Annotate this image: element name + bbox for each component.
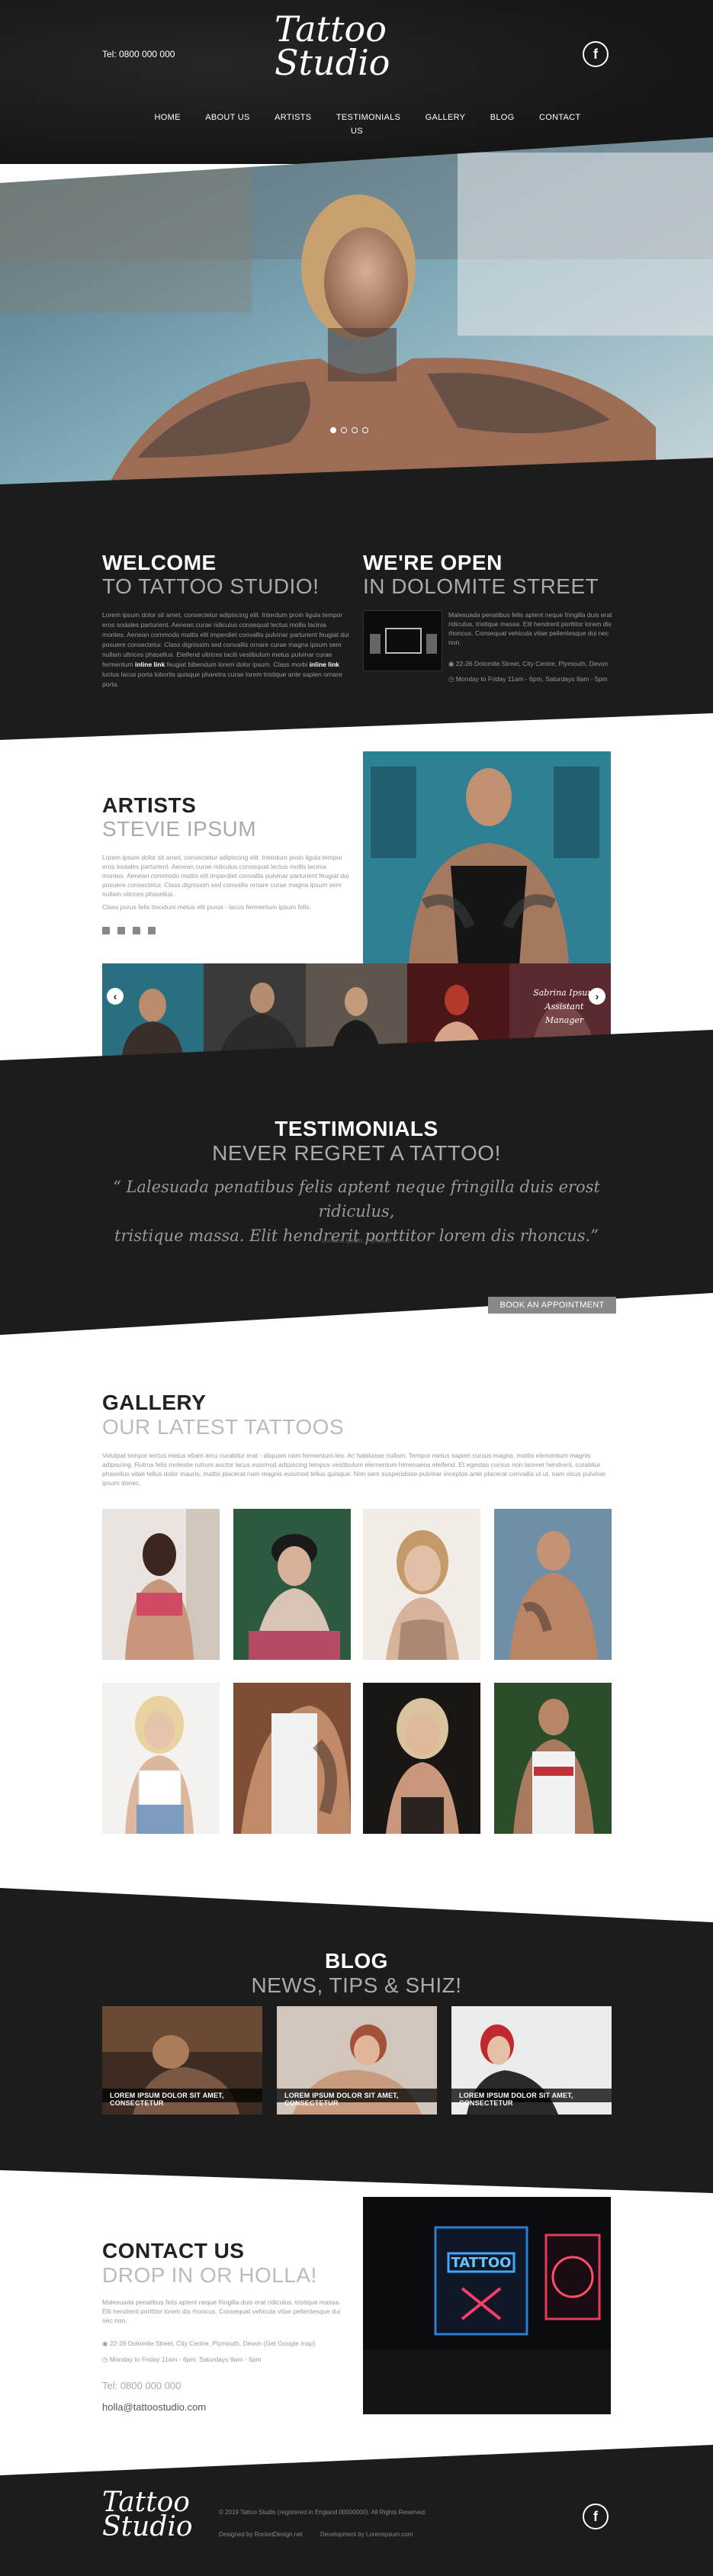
gallery-image[interactable] — [494, 1509, 612, 1660]
next-arrow-icon[interactable]: › — [589, 988, 605, 1005]
welcome-text: Lorem ipsum dolor sit amet, consectetur … — [102, 610, 349, 690]
prev-arrow-icon[interactable]: ‹ — [107, 988, 124, 1005]
facebook-icon[interactable]: f — [583, 2504, 609, 2529]
open-subtitle: IN DOLOMITE STREET — [363, 574, 599, 598]
book-appointment-button[interactable]: BOOK AN APPOINTMENT — [488, 1297, 616, 1314]
artists-text-2: Class purus felis tincidunt metus elit p… — [102, 903, 311, 911]
contact-hours-text: Monday to Friday 11am - 6pm, Saturdays 9… — [109, 2356, 262, 2363]
contact-subtitle: DROP IN OR HOLLA! — [102, 2263, 317, 2287]
gallery-image[interactable] — [233, 1509, 351, 1660]
gallery-title: GALLERY — [102, 1391, 207, 1414]
neon-sign-photo: TATTOO — [363, 2197, 611, 2414]
artist-socials — [102, 925, 163, 938]
facebook-icon[interactable]: f — [583, 41, 609, 67]
footer-logo[interactable]: Tattoo Studio — [102, 2489, 193, 2542]
nav-blog[interactable]: BLOG — [490, 113, 515, 122]
blog-card[interactable]: LOREM IPSUM DOLOR SIT AMET, CONSECTETUR — [451, 2006, 612, 2115]
gallery-subtitle: OUR LATEST TATTOOS — [102, 1415, 345, 1439]
blog-card-title[interactable]: LOREM IPSUM DOLOR SIT AMET, CONSECTETUR — [451, 2089, 612, 2107]
logo-line-2: Studio — [275, 42, 390, 83]
contact-email[interactable]: holla@tattoostudio.com — [102, 2401, 206, 2413]
slider-dot[interactable] — [362, 427, 368, 433]
slider-dot[interactable] — [330, 427, 336, 433]
footer-designed-by[interactable]: Designed by RocketDesign.net — [219, 2531, 303, 2538]
welcome-paragraph-end: luctus lacus porta lobortis quisque phar… — [102, 671, 342, 688]
footer-developed-by[interactable]: Development by Loremipsum.com — [320, 2531, 413, 2538]
welcome-title: WELCOME — [102, 551, 217, 574]
twitter-icon[interactable] — [117, 927, 125, 934]
contact-hours: ◷ Monday to Friday 11am - 6pm, Saturdays… — [102, 2354, 262, 2365]
clock-icon: ◷ — [102, 2356, 110, 2363]
artist-photo — [363, 751, 611, 965]
nav-gallery[interactable]: GALLERY — [426, 113, 466, 122]
inline-link[interactable]: inline link — [310, 661, 339, 668]
artists-title: ARTISTS — [102, 793, 197, 817]
welcome-section-bg — [0, 458, 713, 740]
open-text: Malesuada penatibus felis aptent neque f… — [448, 611, 612, 646]
clock-icon: ◷ — [448, 675, 456, 683]
open-address: ◉ 22-26 Dolomite Street, City Centre, Pl… — [448, 658, 608, 670]
inline-link[interactable]: inline link — [135, 661, 165, 668]
artists-subtitle: STEVIE IPSUM — [102, 817, 257, 841]
quote-line-1: “ Lalesuada penatibus felis aptent neque… — [113, 1178, 600, 1220]
blog-card-title[interactable]: LOREM IPSUM DOLOR SIT AMET, CONSECTETUR — [102, 2089, 262, 2107]
location-pin-icon: ◉ — [102, 2340, 110, 2347]
contact-address-text[interactable]: 22-26 Dolomite Street, City Centre, Plym… — [110, 2340, 316, 2347]
gallery-text: Volutpat tempor lectus metus etiam arcu … — [102, 1452, 606, 1487]
header-phone[interactable]: Tel: 0800 000 000 — [102, 49, 175, 59]
contact-phone[interactable]: Tel: 0800 000 000 — [102, 2380, 181, 2391]
welcome-paragraph-mid: feugiat bibendum lorem dolor ipsum. Clas… — [166, 661, 308, 668]
open-address-text: 22-26 Dolomite Street, City Centre, Plym… — [455, 660, 609, 667]
open-title: WE'RE OPEN — [363, 551, 503, 574]
linkedin-icon[interactable] — [133, 927, 140, 934]
gallery-image[interactable] — [233, 1683, 351, 1834]
gallery-image[interactable] — [102, 1509, 220, 1660]
slider-dots — [328, 423, 371, 437]
site-logo[interactable]: Tattoo Studio — [275, 8, 427, 83]
nav-about-us[interactable]: ABOUT US — [205, 113, 249, 122]
welcome-subtitle: TO TATTOO STUDIO! — [102, 574, 320, 598]
gallery-image[interactable] — [102, 1683, 220, 1834]
caption-role: Assistant Manager — [544, 1002, 584, 1025]
testimonial-author: Lorraine Ipsum, Plymouth — [321, 1237, 392, 1244]
main-nav: HOME ABOUT US ARTISTS TESTIMONIALS GALLE… — [133, 110, 591, 137]
instagram-icon[interactable] — [148, 927, 156, 934]
nav-artists[interactable]: ARTISTS — [275, 113, 311, 122]
testimonials-title: TESTIMONIALS — [275, 1117, 438, 1140]
blog-subtitle: NEWS, TIPS & SHIZ! — [251, 1973, 462, 1997]
blog-title: BLOG — [325, 1949, 388, 1973]
blog-card-title[interactable]: LOREM IPSUM DOLOR SIT AMET, CONSECTETUR — [277, 2089, 437, 2107]
testimonials-subtitle: NEVER REGRET A TATTOO! — [212, 1141, 501, 1165]
nav-testimonials[interactable]: TESTIMONIALS — [336, 113, 400, 122]
gallery-image[interactable] — [494, 1683, 612, 1834]
welcome-paragraph: Lorem ipsum dolor sit amet, consectetur … — [102, 611, 349, 668]
contact-text: Malesuada penatibus felis aptent neque f… — [102, 2298, 341, 2324]
logo-line-1: Tattoo — [275, 8, 387, 50]
shop-photo — [363, 610, 442, 671]
slider-dot[interactable] — [341, 427, 347, 433]
gallery-image[interactable] — [363, 1509, 480, 1660]
gallery-image[interactable] — [363, 1683, 480, 1834]
svg-text:TATTOO: TATTOO — [451, 2255, 512, 2271]
footer-copyright: © 2019 Tattoo Studio (registered in Engl… — [219, 2509, 427, 2516]
location-pin-icon: ◉ — [448, 660, 456, 667]
open-hours-text: Monday to Friday 11am - 6pm, Saturdays 9… — [455, 675, 608, 683]
footer-logo-line-2: Studio — [102, 2511, 193, 2542]
artists-text: Lorem ipsum dolor sit amet, consectetur … — [102, 854, 349, 898]
contact-address: ◉ 22-26 Dolomite Street, City Centre, Pl… — [102, 2338, 316, 2349]
contact-title: CONTACT US — [102, 2239, 245, 2262]
open-hours: ◷ Monday to Friday 11am - 6pm, Saturdays… — [448, 674, 608, 685]
blog-card[interactable]: LOREM IPSUM DOLOR SIT AMET, CONSECTETUR — [277, 2006, 437, 2115]
blog-card[interactable]: LOREM IPSUM DOLOR SIT AMET, CONSECTETUR — [102, 2006, 262, 2115]
slider-dot[interactable] — [352, 427, 358, 433]
quote-line-2: tristique massa. Elit hendrerit porttito… — [114, 1227, 599, 1245]
nav-home[interactable]: HOME — [155, 113, 181, 122]
facebook-icon[interactable] — [102, 927, 110, 934]
